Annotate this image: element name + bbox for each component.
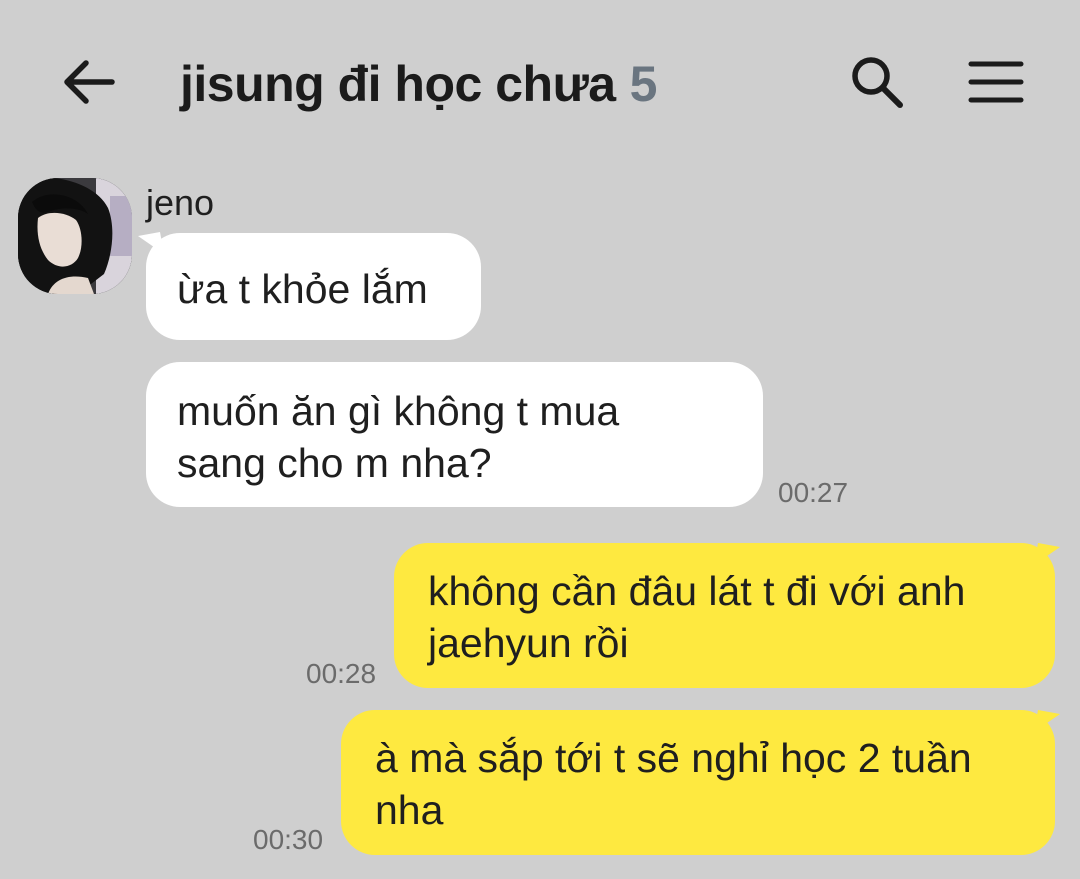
- member-count: 5: [629, 56, 658, 112]
- message-text-line: không cần đâu lát t đi với anh: [428, 568, 966, 614]
- message-text-line: à mà sắp tới t sẽ nghỉ học 2 tuần: [375, 735, 972, 781]
- incoming-message-bubble[interactable]: muốn ăn gì không t mua sang cho m nha?: [146, 362, 763, 507]
- search-button[interactable]: [845, 50, 909, 114]
- message-text-line: jaehyun rồi: [428, 620, 629, 666]
- incoming-message-bubble[interactable]: ừa t khỏe lắm: [146, 233, 481, 340]
- hamburger-menu-icon: [968, 61, 1024, 103]
- message-timestamp: 00:27: [778, 477, 849, 508]
- outgoing-message-bubble[interactable]: không cần đâu lát t đi với anh jaehyun r…: [394, 543, 1055, 688]
- arrow-left-icon: [64, 60, 115, 104]
- chat-header: jisung đi học chưa 5: [0, 0, 1080, 160]
- chat-title-text: jisung đi học chưa: [180, 56, 616, 112]
- message-text-line: sang cho m nha?: [177, 440, 492, 486]
- outgoing-message-bubble[interactable]: à mà sắp tới t sẽ nghỉ học 2 tuần nha: [341, 710, 1055, 855]
- message-timestamp: 00:30: [253, 824, 324, 855]
- message-text: ừa t khỏe lắm: [177, 266, 428, 312]
- search-icon: [852, 57, 903, 108]
- back-button[interactable]: [56, 50, 120, 114]
- menu-button[interactable]: [964, 50, 1028, 114]
- avatar-photo: [18, 178, 132, 294]
- message-text-line: muốn ăn gì không t mua: [177, 388, 620, 434]
- message-timestamp: 00:28: [306, 658, 377, 689]
- outgoing-bubble-tail: [1034, 543, 1060, 565]
- chat-screen: jisung đi học chưa 5 jeno ừa t khỏe lắm …: [0, 0, 1080, 879]
- avatar[interactable]: [18, 178, 132, 294]
- outgoing-bubble-tail: [1034, 710, 1060, 732]
- message-text-line: nha: [375, 787, 444, 833]
- sender-name: jeno: [146, 182, 215, 223]
- chat-title: jisung đi học chưa 5: [180, 52, 657, 116]
